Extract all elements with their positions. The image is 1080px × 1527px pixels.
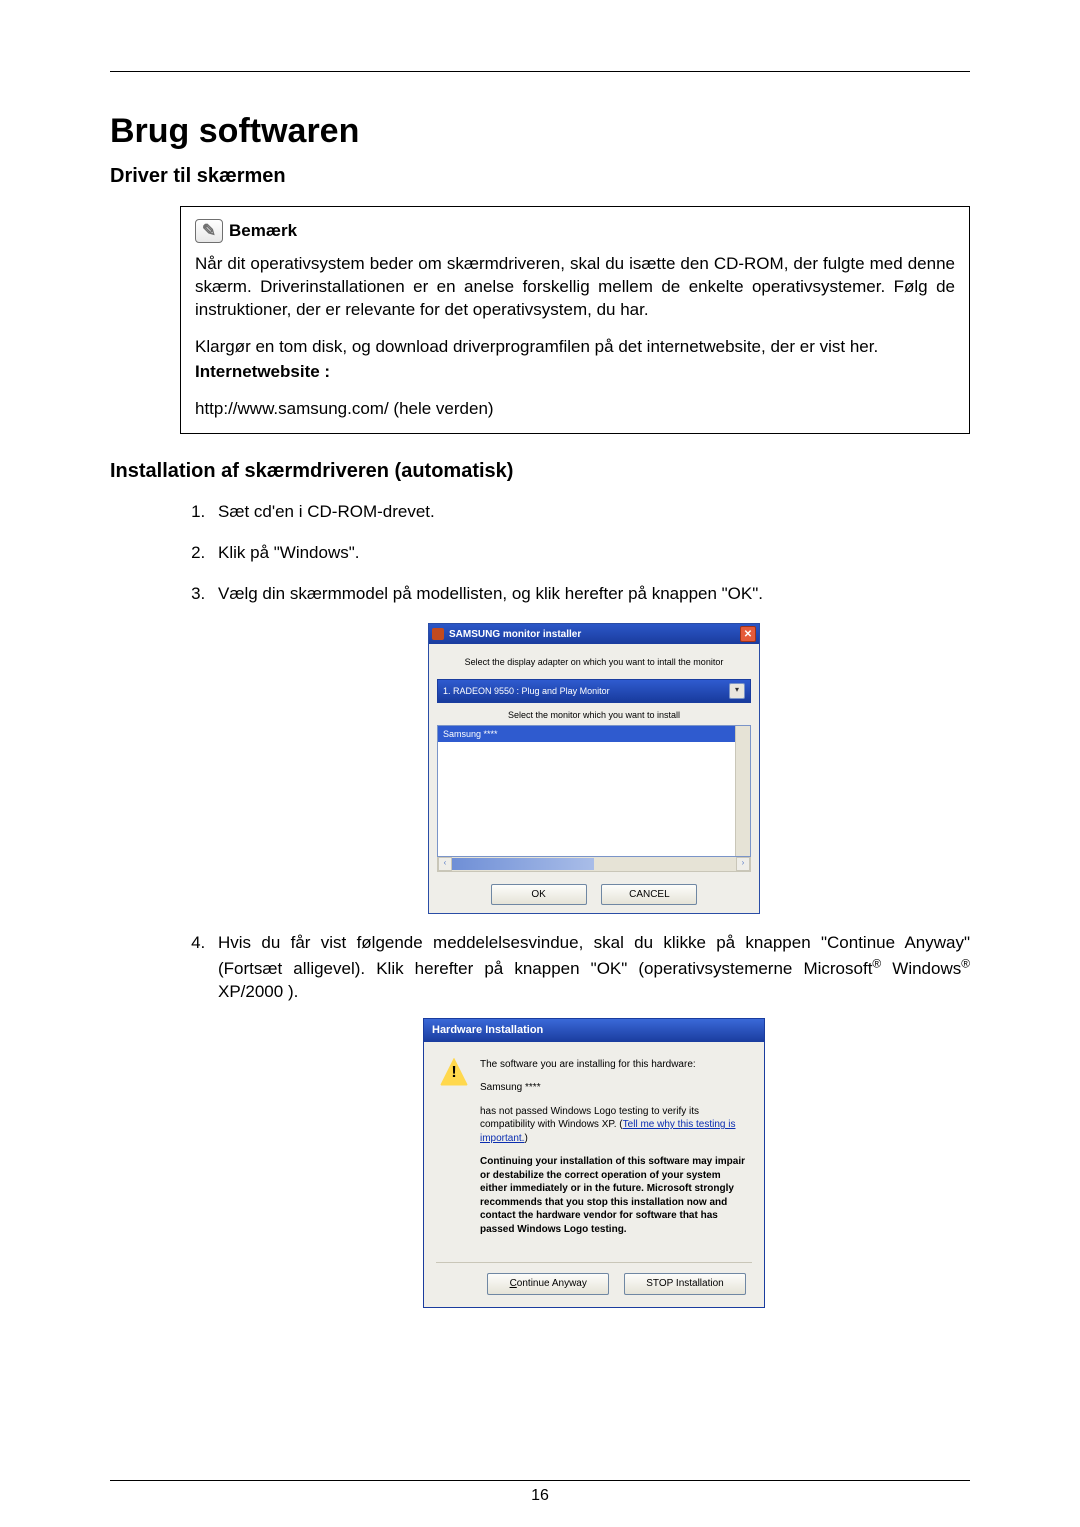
adapter-dropdown[interactable]: 1. RADEON 9550 : Plug and Play Monitor ▾ [437, 679, 751, 703]
steps-list: Sæt cd'en i CD-ROM-drevet. Klik på "Wind… [180, 501, 970, 1308]
note-label: Bemærk [229, 220, 297, 243]
note-paragraph-2: Klargør en tom disk, og download driverp… [195, 336, 955, 359]
hw-line-3: has not passed Windows Logo testing to v… [480, 1105, 748, 1146]
monitor-list-item[interactable]: Samsung **** [438, 726, 736, 742]
installer-title-text: SAMSUNG monitor installer [449, 628, 581, 642]
note-paragraph-1: Når dit operativsystem beder om skærmdri… [195, 253, 955, 322]
note-box: ✎ Bemærk Når dit operativsystem beder om… [180, 206, 970, 434]
installer-button-row: OK CANCEL [437, 884, 751, 906]
installer-instruction-2: Select the monitor which you want to ins… [437, 709, 751, 721]
installer-titlebar: SAMSUNG monitor installer ✕ [429, 624, 759, 644]
step-4-text: Hvis du får vist følgende meddelelsesvin… [218, 933, 970, 1001]
page-title: Brug softwaren [110, 112, 970, 151]
hw-line-1: The software you are installing for this… [480, 1058, 748, 1072]
hardware-titlebar: Hardware Installation [424, 1019, 764, 1042]
installer-app-icon [432, 628, 444, 640]
note-head: ✎ Bemærk [195, 219, 955, 243]
note-site-url: http://www.samsung.com/ (hele verden) [195, 398, 955, 421]
hardware-button-row: Continue Anyway STOP Installation [424, 1263, 764, 1307]
step-2: Klik på "Windows". [210, 542, 970, 565]
installer-instruction-1: Select the display adapter on which you … [437, 656, 751, 668]
ok-button[interactable]: OK [491, 884, 587, 906]
continue-anyway-button[interactable]: Continue Anyway [487, 1273, 609, 1295]
section-driver-heading: Driver til skærmen [110, 165, 970, 188]
horizontal-scrollbar[interactable]: ‹ › [437, 856, 751, 872]
adapter-dropdown-value: 1. RADEON 9550 : Plug and Play Monitor [443, 685, 610, 697]
installer-body: Select the display adapter on which you … [429, 644, 759, 913]
rule-top [110, 71, 970, 72]
step-1: Sæt cd'en i CD-ROM-drevet. [210, 501, 970, 524]
close-icon[interactable]: ✕ [740, 626, 756, 642]
hw-warning-paragraph: Continuing your installation of this sof… [480, 1155, 748, 1236]
step-4: Hvis du får vist følgende meddelelsesvin… [210, 932, 970, 1307]
page-number: 16 [0, 1487, 1080, 1505]
step-3-text: Vælg din skærmmodel på modellisten, og k… [218, 584, 763, 603]
section-install-heading: Installation af skærmdriveren (automatis… [110, 460, 970, 483]
hardware-dialog-wrap: Hardware Installation The software you a… [218, 1018, 970, 1308]
hw-line-2: Samsung **** [480, 1081, 748, 1095]
scroll-track[interactable] [452, 858, 736, 870]
scroll-right-icon[interactable]: › [736, 857, 750, 871]
samsung-installer-dialog: SAMSUNG monitor installer ✕ Select the d… [428, 623, 760, 914]
hardware-installation-dialog: Hardware Installation The software you a… [423, 1018, 765, 1308]
stop-installation-button[interactable]: STOP Installation [624, 1273, 746, 1295]
hardware-text: The software you are installing for this… [480, 1058, 748, 1247]
note-pencil-icon: ✎ [195, 219, 223, 243]
scroll-left-icon[interactable]: ‹ [438, 857, 452, 871]
cancel-button[interactable]: CANCEL [601, 884, 697, 906]
step-3: Vælg din skærmmodel på modellisten, og k… [210, 583, 970, 915]
chevron-down-icon[interactable]: ▾ [729, 683, 745, 699]
installer-dialog-wrap: SAMSUNG monitor installer ✕ Select the d… [218, 623, 970, 914]
note-site-label: Internetwebsite : [195, 361, 955, 384]
monitor-listbox[interactable]: Samsung **** [437, 725, 751, 857]
hardware-body: The software you are installing for this… [424, 1042, 764, 1257]
vertical-scrollbar[interactable] [735, 726, 750, 856]
warning-icon [440, 1058, 468, 1086]
rule-bottom [110, 1480, 970, 1481]
